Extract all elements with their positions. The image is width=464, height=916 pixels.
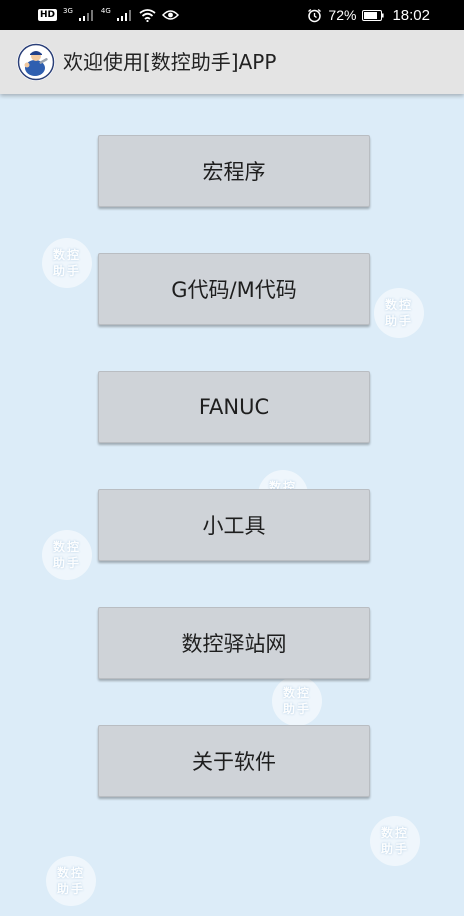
- hd-badge: HD: [38, 9, 58, 21]
- watermark-text: 数控助手: [52, 540, 81, 570]
- watermark-logo: 数控助手: [42, 238, 92, 288]
- signal-icon: [78, 10, 93, 21]
- fanuc-button[interactable]: FANUC: [98, 371, 370, 443]
- about-software-button[interactable]: 关于软件: [98, 725, 370, 797]
- cnc-station-site-button[interactable]: 数控驿站网: [98, 607, 370, 679]
- watermark-logo: 数控助手: [370, 816, 420, 866]
- watermark-logo: 数控助手: [374, 288, 424, 338]
- wifi-icon: [139, 8, 156, 22]
- small-tools-button[interactable]: 小工具: [98, 489, 370, 561]
- watermark-text: 数控助手: [282, 686, 311, 716]
- watermark-logo: 数控助手: [46, 856, 96, 906]
- alarm-icon: [308, 8, 322, 22]
- watermark-text: 数控助手: [384, 298, 413, 328]
- status-bar: HD 3G 4G 72% 18:02: [0, 0, 464, 30]
- status-left-group: HD 3G 4G: [38, 0, 179, 30]
- sim1-network-label: 3G: [63, 7, 73, 15]
- watermark-logo: 数控助手: [42, 530, 92, 580]
- watermark-text: 数控助手: [52, 248, 81, 278]
- sim2-network-label: 4G: [100, 7, 111, 15]
- battery-icon: [362, 9, 385, 21]
- watermark-text: 数控助手: [56, 866, 85, 896]
- mechanic-logo-icon: [17, 43, 55, 81]
- eye-icon: [161, 10, 179, 20]
- battery-percent: 72%: [328, 7, 357, 23]
- app-title: 欢迎使用[数控助手]APP: [63, 50, 277, 74]
- macro-program-button[interactable]: 宏程序: [98, 135, 370, 207]
- app-bar: 欢迎使用[数控助手]APP: [0, 30, 464, 94]
- clock-time: 18:02: [392, 6, 430, 24]
- watermark-logo: 数控助手: [272, 676, 322, 726]
- status-right-group: 72% 18:02: [307, 0, 430, 30]
- g-m-code-button[interactable]: G代码/M代码: [98, 253, 370, 325]
- watermark-text: 数控助手: [380, 826, 409, 856]
- signal-icon: [116, 10, 131, 21]
